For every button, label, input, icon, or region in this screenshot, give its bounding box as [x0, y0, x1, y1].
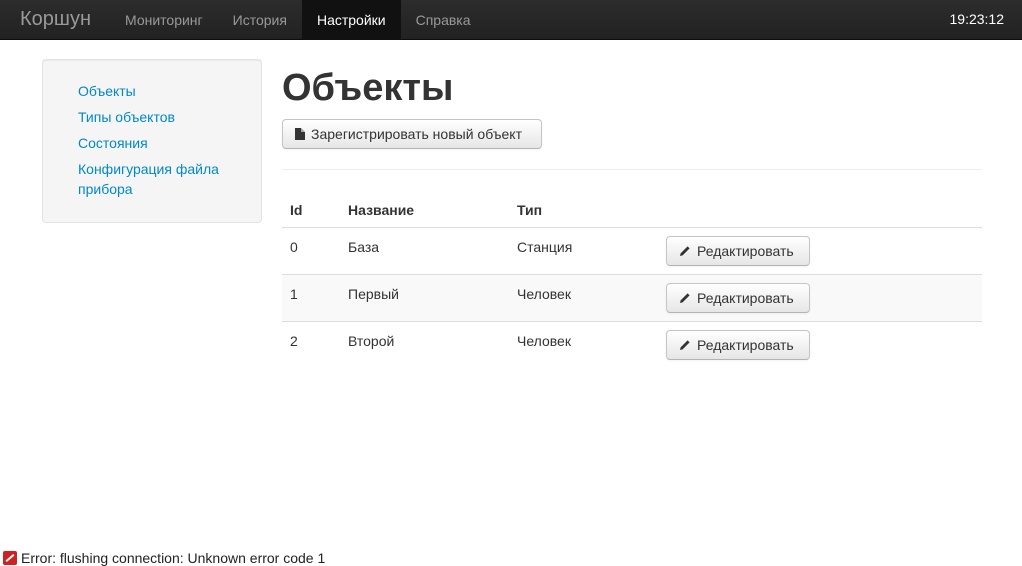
table-row: 0 База Станция Редактировать — [282, 227, 982, 274]
error-status: Error: flushing connection: Unknown erro… — [3, 549, 325, 566]
cell-type: Станция — [517, 239, 573, 255]
table-row: 1 Первый Человек Редактировать — [282, 274, 982, 321]
table-row: 2 Второй Человек Редактировать — [282, 321, 982, 368]
edit-button-label: Редактировать — [697, 337, 794, 353]
column-header-type: Тип — [517, 202, 543, 218]
cell-actions: Редактировать — [658, 275, 982, 321]
top-navbar: Коршун Мониторинг История Настройки Спра… — [0, 0, 1022, 40]
divider — [282, 169, 982, 170]
edit-button-label: Редактировать — [697, 243, 794, 259]
column-header-id: Id — [290, 202, 303, 218]
pencil-icon — [680, 293, 690, 303]
brand-logo[interactable]: Коршун — [20, 7, 91, 31]
nav-item-monitoring[interactable]: Мониторинг — [110, 0, 218, 40]
nav-item-help[interactable]: Справка — [401, 0, 486, 40]
sidebar-item-device-config[interactable]: Конфигурация файла прибора — [78, 159, 238, 199]
sidebar: Объекты Типы объектов Состояния Конфигур… — [42, 59, 262, 223]
cell-name: Первый — [348, 286, 399, 302]
edit-button[interactable]: Редактировать — [666, 330, 810, 360]
cell-id: 0 — [290, 239, 298, 255]
nav-item-settings[interactable]: Настройки — [301, 0, 401, 40]
clock: 19:23:12 — [949, 11, 1005, 27]
sidebar-item-object-types[interactable]: Типы объектов — [78, 107, 241, 127]
edit-button-label: Редактировать — [697, 290, 794, 306]
cell-actions: Редактировать — [658, 228, 982, 274]
cell-id: 1 — [290, 286, 298, 302]
edit-button[interactable]: Редактировать — [666, 283, 810, 313]
objects-table: Id Название Тип 0 База Станция Редактиро… — [282, 193, 982, 368]
pencil-icon — [680, 340, 690, 350]
table-header: Id Название Тип — [282, 193, 982, 227]
register-object-label: Зарегистрировать новый объект — [311, 126, 522, 142]
cell-type: Человек — [517, 333, 571, 349]
edit-button[interactable]: Редактировать — [666, 236, 810, 266]
nav-item-history[interactable]: История — [218, 0, 302, 40]
error-message: Error: flushing connection: Unknown erro… — [21, 549, 326, 566]
cell-type: Человек — [517, 286, 571, 302]
register-object-button[interactable]: Зарегистрировать новый объект — [282, 119, 542, 149]
column-header-name: Название — [348, 202, 415, 218]
sidebar-item-states[interactable]: Состояния — [78, 133, 241, 153]
cell-id: 2 — [290, 333, 298, 349]
main-nav: Мониторинг История Настройки Справка — [110, 0, 486, 40]
error-icon — [3, 550, 17, 565]
cell-actions: Редактировать — [658, 322, 982, 368]
pencil-icon — [680, 246, 690, 256]
file-icon — [295, 128, 305, 140]
cell-name: Второй — [348, 333, 395, 349]
page-title: Объекты — [282, 67, 454, 109]
cell-name: База — [348, 239, 380, 255]
sidebar-item-objects[interactable]: Объекты — [78, 81, 241, 101]
